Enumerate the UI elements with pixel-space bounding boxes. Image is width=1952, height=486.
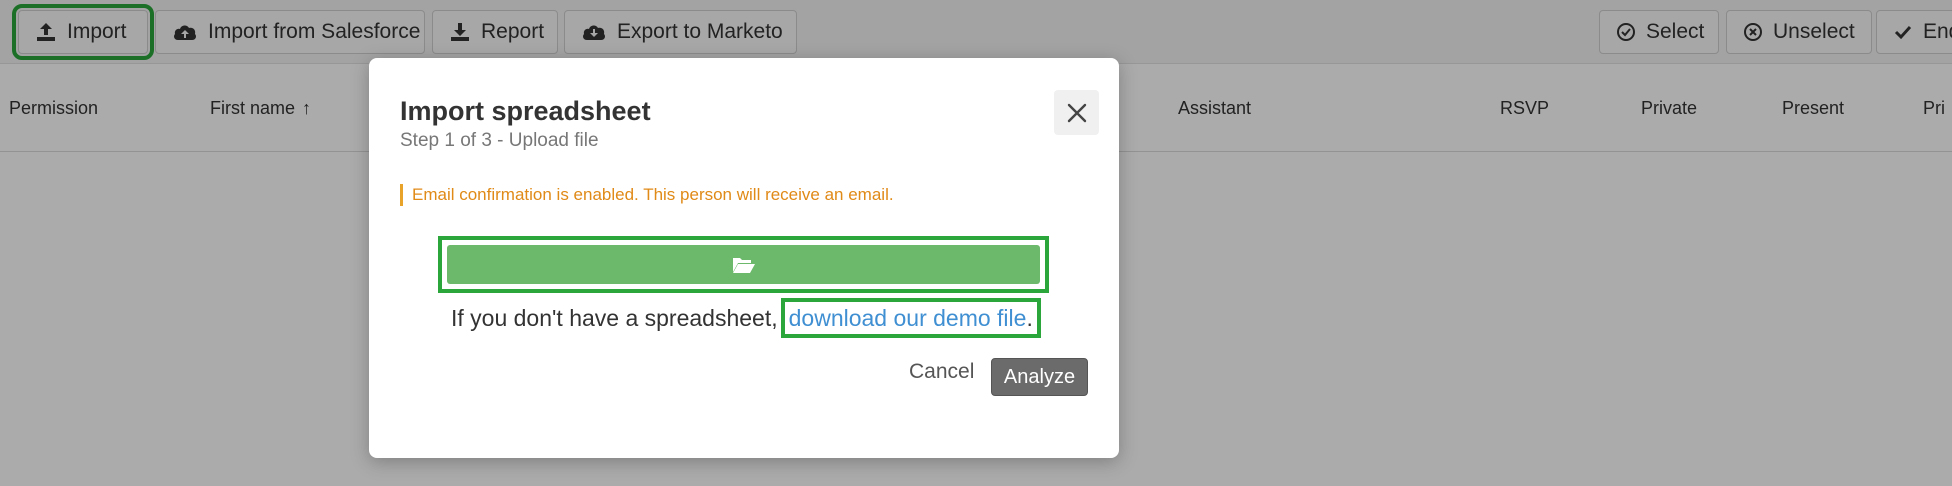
- email-warning: Email confirmation is enabled. This pers…: [400, 184, 894, 206]
- cancel-button[interactable]: Cancel: [909, 360, 974, 384]
- demo-file-line: If you don't have a spreadsheet, downloa…: [451, 298, 1041, 338]
- folder-open-icon: [732, 257, 755, 273]
- download-demo-link[interactable]: download our demo file: [789, 305, 1027, 332]
- modal-title: Import spreadsheet: [400, 96, 651, 126]
- demo-link-highlight: download our demo file .: [780, 298, 1041, 338]
- upload-highlight: [438, 236, 1049, 293]
- close-icon: [1067, 103, 1086, 122]
- upload-file-button[interactable]: [447, 245, 1040, 284]
- import-spreadsheet-modal: Import spreadsheet Step 1 of 3 - Upload …: [369, 58, 1119, 458]
- demo-text: If you don't have a spreadsheet,: [451, 304, 778, 331]
- close-button[interactable]: [1054, 90, 1099, 135]
- demo-period: .: [1026, 304, 1033, 331]
- modal-subtitle: Step 1 of 3 - Upload file: [400, 130, 599, 151]
- analyze-button[interactable]: Analyze: [991, 358, 1088, 396]
